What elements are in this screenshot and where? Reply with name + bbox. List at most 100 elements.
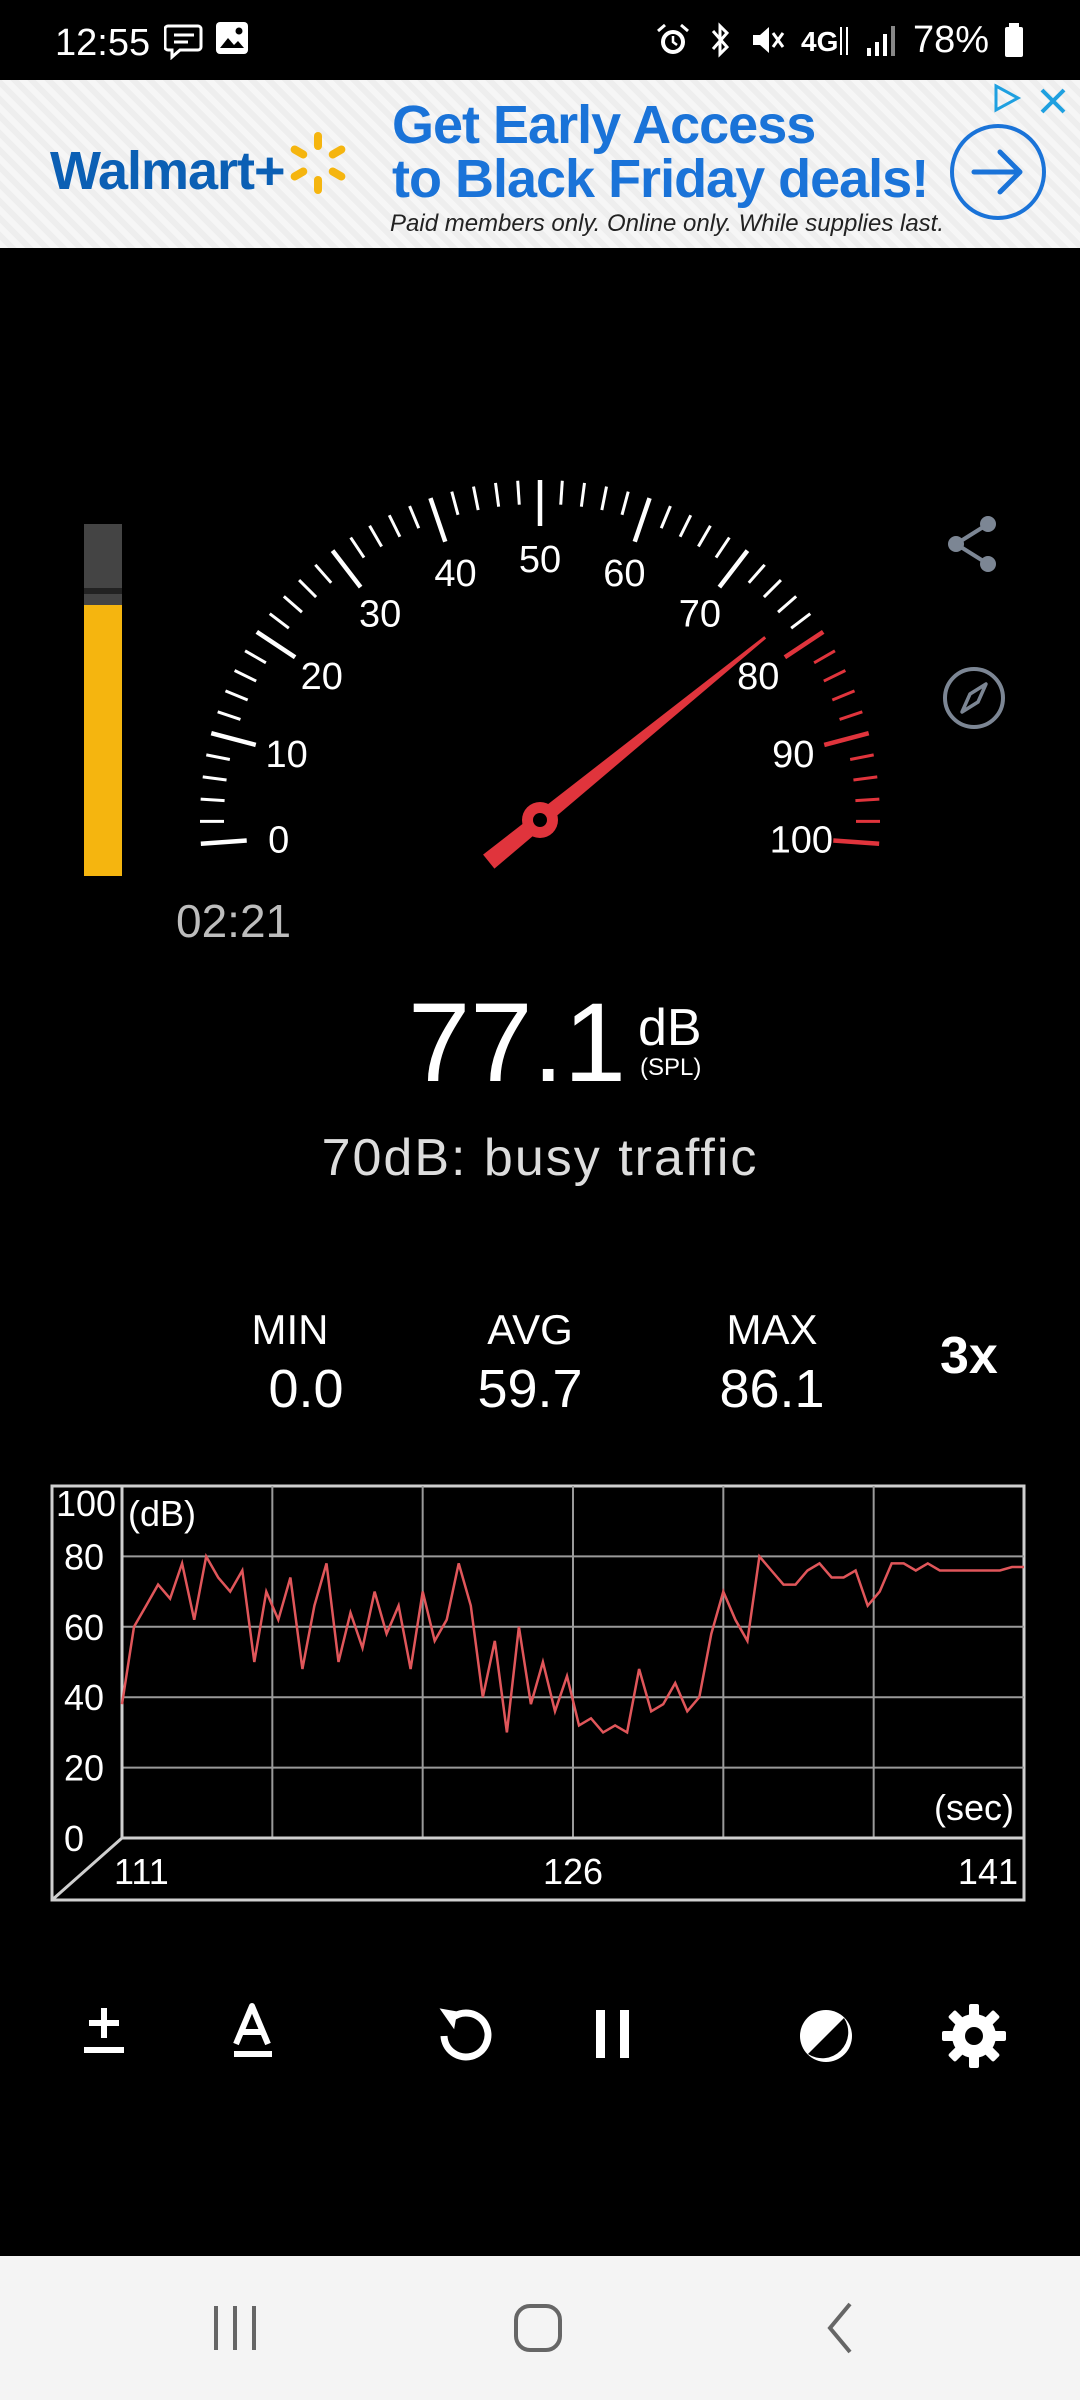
gauge-major-tick <box>717 549 750 589</box>
pause-icon[interactable] <box>574 1996 654 2076</box>
chart-y-tick-label: 40 <box>64 1677 104 1718</box>
gauge-minor-tick <box>244 649 267 665</box>
chart-y-tick-label: 100 <box>56 1483 116 1524</box>
gauge-needle-shape <box>483 636 767 869</box>
gauge-minor-tick <box>823 669 847 683</box>
chart-x-unit: (sec) <box>934 1787 1014 1828</box>
settings-gear-icon[interactable] <box>934 1996 1014 2076</box>
avg-label: AVG <box>487 1306 573 1353</box>
gauge-minor-tick <box>620 491 630 516</box>
gauge-major-tick <box>823 730 870 748</box>
gauge-minor-tick <box>472 486 480 511</box>
mute-icon <box>752 27 785 53</box>
max-label: MAX <box>726 1306 818 1353</box>
gauge-minor-tick <box>777 595 798 614</box>
gauge-minor-tick <box>494 482 501 507</box>
gauge-minor-tick <box>839 710 863 721</box>
gauge-minor-tick <box>697 525 712 548</box>
chart-x-tick-label: 141 <box>958 1851 1018 1892</box>
gauge-label: 0 <box>268 819 289 861</box>
ad-close-icon[interactable] <box>1038 86 1068 116</box>
chart-y-tick-label: 20 <box>64 1748 104 1789</box>
noise-reference-text: 70dB: busy traffic <box>321 1129 759 1187</box>
gauge-label: 70 <box>679 593 721 635</box>
chart-y-tick-label: 60 <box>64 1607 104 1648</box>
chart-y-ticks: 0 20 40 60 80 100 <box>56 1483 116 1859</box>
gauge-minor-tick <box>579 482 586 507</box>
gauge-minor-tick <box>813 649 836 665</box>
chart-zoom-button[interactable]: 3x <box>940 1326 998 1386</box>
gauge-major-tick <box>632 497 652 543</box>
bluetooth-icon <box>711 22 729 58</box>
gauge-major-tick <box>833 838 880 846</box>
gauge-hub-center <box>533 813 547 827</box>
gauge-label: 80 <box>737 656 779 698</box>
battery-percentage: 78% <box>912 18 989 61</box>
chart-y-unit: (dB) <box>128 1493 196 1534</box>
system-navigation-bar <box>0 2256 1080 2400</box>
gauge-minor-tick <box>600 486 608 511</box>
gauge-label: 90 <box>772 734 814 776</box>
calibrate-plus-minus-icon[interactable] <box>64 1996 144 2076</box>
chart-x-tick-label: 126 <box>543 1851 603 1892</box>
gauge-minor-tick <box>762 579 782 599</box>
gauge-label: 60 <box>603 553 645 595</box>
min-label: MIN <box>251 1306 329 1353</box>
min-value: 0.0 <box>268 1359 344 1419</box>
home-icon[interactable] <box>503 2296 573 2360</box>
db-history-chart: 0 20 40 60 80 100 111 126 141 (dB) (sec) <box>50 1483 1026 1902</box>
ad-brand-logo: Walmart+ <box>50 141 286 201</box>
gauge-minor-tick <box>387 514 402 538</box>
share-icon[interactable] <box>944 514 1004 574</box>
gauge-minor-tick <box>268 612 290 630</box>
gauge-minor-tick <box>200 797 225 803</box>
gauge-minor-tick <box>747 563 766 584</box>
chart-x-ticks: 111 126 141 <box>114 1851 1018 1892</box>
current-db-unit-sub: (SPL) <box>640 1054 702 1081</box>
gauge-minor-tick <box>790 612 812 630</box>
gauge-minor-tick <box>282 595 303 614</box>
gauge-minor-tick <box>831 689 856 702</box>
gauge-minor-tick <box>559 480 564 505</box>
ad-banner[interactable]: Walmart+ Get Early Access to Black Frida… <box>0 80 1080 248</box>
gauge-label: 40 <box>434 553 476 595</box>
gauge-label: 30 <box>359 593 401 635</box>
gauge-minor-tick <box>233 669 257 683</box>
network-label: 4G <box>801 26 838 57</box>
message-notification-icon <box>164 24 203 60</box>
gauge-minor-tick <box>678 514 693 538</box>
ad-arrow-right-icon[interactable] <box>948 122 1048 222</box>
ad-choices-icon[interactable] <box>990 82 1022 114</box>
gauge-major-tick <box>330 549 363 589</box>
elapsed-time: 02:21 <box>176 895 292 947</box>
ad-fineprint: Paid members only. Online only. While su… <box>390 210 945 237</box>
back-icon[interactable] <box>806 2296 876 2360</box>
status-icons: 4G 78% <box>655 18 1025 62</box>
recent-apps-icon[interactable] <box>200 2296 270 2360</box>
gauge-major-tick <box>783 629 825 660</box>
gauge-major-tick <box>255 629 297 660</box>
gauge-minor-tick <box>516 480 521 505</box>
gauge-minor-tick <box>849 753 874 761</box>
gauge-minor-tick <box>855 797 880 803</box>
ad-headline-line2: to Black Friday deals! <box>392 149 929 209</box>
reset-icon[interactable] <box>426 1996 506 2076</box>
compass-icon[interactable] <box>940 664 1008 732</box>
gauge-minor-tick <box>714 536 731 559</box>
chart-grid <box>120 1486 1024 1840</box>
gauge-major-tick <box>210 730 257 748</box>
chart-y-tick-label: 0 <box>64 1818 84 1859</box>
gauge-minor-tick <box>314 563 333 584</box>
gauge-minor-tick <box>206 753 231 761</box>
alarm-icon <box>656 23 689 54</box>
weighting-a-icon[interactable] <box>214 1996 294 2076</box>
gauge-minor-tick <box>202 775 227 782</box>
chart-corner-line <box>51 1836 123 1902</box>
gauge-needle <box>483 636 767 869</box>
theme-contrast-icon[interactable] <box>786 1996 866 2076</box>
walmart-spark-icon <box>290 132 346 194</box>
gauge-major-tick <box>428 497 448 543</box>
gauge-minor-tick <box>450 491 460 516</box>
current-db-unit: dB <box>638 999 702 1057</box>
avg-value: 59.7 <box>477 1359 583 1419</box>
